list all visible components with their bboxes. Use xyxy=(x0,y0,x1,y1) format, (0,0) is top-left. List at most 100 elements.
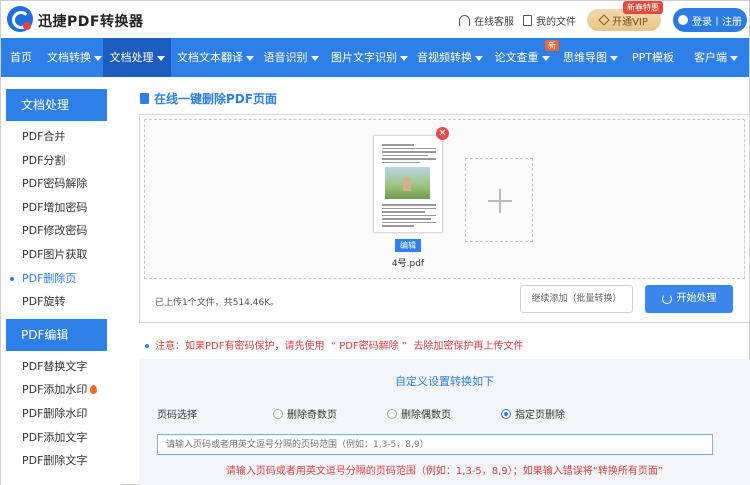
chevron-down-icon xyxy=(246,55,254,61)
radio-circle xyxy=(273,408,283,419)
nav-item[interactable]: 论文查重新 xyxy=(487,38,559,77)
pdf-decrypt-link[interactable]: “ PDF密码解除 ” xyxy=(331,341,407,352)
sidebar-item[interactable]: PDF删除文字 xyxy=(1,449,121,473)
upload-panel: ✕ 编辑 4号.pdf 已上传1个文件，共514.46K。 继续添加（批量转换）… xyxy=(139,114,750,323)
sidebar-list-doc-processing: PDF合并 PDF分割 PDF密码解除 PDF增加密码 PDF修改密码 PDF图片获取 PD… xyxy=(1,125,121,314)
top-header: 迅捷PDF转换器 在线客服 我的文件 开通VIP 新春特惠 登录丨注册 xyxy=(1,1,749,38)
brand-name[interactable]: 迅捷PDF转换器 xyxy=(38,11,143,31)
page-title-text: 在线一键删除PDF页面 xyxy=(154,92,277,106)
sidebar-item[interactable]: PDF删除页 xyxy=(1,267,121,291)
nav-item-label: 论文查重 xyxy=(494,51,539,64)
nav-item-label: PPT模板 xyxy=(632,51,674,64)
start-processing-button[interactable]: 开始处理 xyxy=(645,285,733,313)
sidebar-item[interactable]: PDF修改密码 xyxy=(1,219,121,243)
thumbnail-text-lines xyxy=(382,204,436,229)
upload-summary: 已上传1个文件，共514.46K。 xyxy=(155,298,280,308)
nav-item-label: 文档转换 xyxy=(47,51,91,64)
hot-flame-icon xyxy=(90,385,98,395)
add-file-slot[interactable] xyxy=(465,158,533,242)
radio-circle-checked xyxy=(501,408,511,419)
edit-file-button[interactable]: 编辑 xyxy=(395,239,421,252)
radio-delete-specified[interactable]: 指定页删除 xyxy=(501,406,565,421)
pdf-thumbnail[interactable] xyxy=(373,135,443,233)
sidebar-section-pdf-edit[interactable]: PDF编辑 xyxy=(6,318,107,351)
nav-item[interactable]: 首页 xyxy=(1,38,41,77)
chevron-down-icon xyxy=(475,55,483,61)
nav-item[interactable]: 音视频转换 xyxy=(411,38,487,77)
my-files-label: 我的文件 xyxy=(536,17,576,28)
page-range-hint: 请输入页码或者用英文逗号分隔的页码范围（例如：1,3-5，8,9）；如果输入错误… xyxy=(225,466,664,477)
sidebar-list-pdf-edit: PDF替换文字 PDF添加水印 PDF删除水印 PDF添加文字 PDF删除文字 xyxy=(1,355,121,473)
chevron-down-icon xyxy=(730,55,738,61)
file-drop-area[interactable]: ✕ 编辑 4号.pdf xyxy=(144,119,745,279)
page-range-label: 页码选择 xyxy=(157,410,197,421)
main-nav: 首页 文档转换 文档处理 文档文本翻译 语音识别 图片文字识别 音视频转换 论文查重新思维导图… xyxy=(1,38,749,77)
settings-panel: 自定义设置转换如下 页码选择 删除奇数页 删除偶数页 指定页删除 请输入页码或者… xyxy=(139,359,750,485)
notice-prefix: 注意：如果PDF有密码保护，请先使用 xyxy=(155,341,325,352)
sidebar-item[interactable]: PDF增加密码 xyxy=(1,196,121,220)
sidebar-item[interactable]: PDF密码解除 xyxy=(1,172,121,196)
chevron-down-icon xyxy=(541,55,550,61)
sidebar-item[interactable]: PDF合并 xyxy=(1,125,121,149)
page-range-input[interactable] xyxy=(157,434,713,455)
file-icon xyxy=(523,15,532,26)
sidebar-item-label: PDF替换文字 xyxy=(22,359,88,373)
file-name: 4号.pdf xyxy=(391,259,425,269)
nav-item[interactable]: 客户端 xyxy=(683,38,749,77)
nav-item-label: 文档文本翻译 xyxy=(177,51,243,64)
nav-item[interactable]: PPT模板 xyxy=(623,38,683,77)
sidebar-item-label: PDF删除水印 xyxy=(22,406,88,420)
sidebar-item[interactable]: PDF替换文字 xyxy=(1,355,121,379)
sidebar: 文档处理 PDF合并 PDF分割 PDF密码解除 PDF增加密码 PDF修改密码 PDF图… xyxy=(1,77,121,485)
open-vip-label: 开通VIP xyxy=(612,16,648,28)
nav-item[interactable]: 文档转换 xyxy=(41,38,103,77)
sidebar-item-label: PDF添加水印 xyxy=(22,383,88,397)
nav-item[interactable]: 文档处理 xyxy=(103,38,171,77)
nav-item-label: 音视频转换 xyxy=(417,51,472,64)
brand-logo-icon[interactable] xyxy=(7,6,33,32)
remove-file-button[interactable]: ✕ xyxy=(436,127,449,140)
nav-item[interactable]: 语音识别 xyxy=(257,38,325,77)
sidebar-item-label: PDF删除页 xyxy=(22,271,77,285)
sidebar-item[interactable]: PDF图片获取 xyxy=(1,243,121,267)
sidebar-section-doc-processing[interactable]: 文档处理 xyxy=(6,89,107,121)
chevron-down-icon xyxy=(310,55,319,61)
chevron-down-icon xyxy=(400,55,408,61)
sidebar-item-label: PDF旋转 xyxy=(22,295,66,309)
sidebar-item-label: PDF密码解除 xyxy=(22,177,88,191)
radio-delete-even[interactable]: 删除偶数页 xyxy=(387,406,451,421)
sidebar-item[interactable]: PDF旋转 xyxy=(1,290,121,314)
sidebar-item[interactable]: PDF添加文字 xyxy=(1,426,121,450)
notice-suffix: 去除加密保护再上传文件 xyxy=(413,341,524,352)
radio-delete-odd[interactable]: 删除奇数页 xyxy=(273,406,337,421)
continue-add-button[interactable]: 继续添加（批量转换） xyxy=(520,285,633,313)
online-service-link[interactable]: 在线客服 xyxy=(459,13,514,28)
page-title: 在线一键删除PDF页面 xyxy=(140,90,277,107)
nav-item-label: 思维导图 xyxy=(563,51,607,64)
headset-icon xyxy=(459,15,470,26)
sidebar-item[interactable]: PDF分割 xyxy=(1,149,121,173)
chevron-down-icon xyxy=(156,55,165,61)
sidebar-item[interactable]: PDF删除水印 xyxy=(1,402,121,426)
nav-item[interactable]: 图片文字识别 xyxy=(325,38,411,77)
sidebar-item-label: PDF分割 xyxy=(22,153,66,167)
nav-item-label: 图片文字识别 xyxy=(331,51,397,64)
sidebar-item-label: PDF合并 xyxy=(22,130,66,143)
login-register-button[interactable]: 登录丨注册 xyxy=(673,8,747,32)
thumbnail-photo xyxy=(385,167,430,199)
radio-label: 删除奇数页 xyxy=(287,410,337,421)
plus-icon xyxy=(499,189,501,213)
sidebar-item[interactable]: PDF添加水印 xyxy=(1,378,121,402)
chevron-down-icon xyxy=(94,55,102,61)
sidebar-item-label: PDF删除文字 xyxy=(22,454,88,468)
start-processing-label: 开始处理 xyxy=(676,293,717,304)
diamond-icon xyxy=(598,14,610,26)
nav-item[interactable]: 思维导图 xyxy=(557,38,623,77)
bullet-icon xyxy=(145,344,149,348)
sidebar-item-label: PDF图片获取 xyxy=(22,247,88,261)
login-register-label: 登录丨注册 xyxy=(692,16,742,28)
radio-label: 指定页删除 xyxy=(515,410,565,421)
nav-item[interactable]: 文档文本翻译 xyxy=(171,38,257,77)
my-files-link[interactable]: 我的文件 xyxy=(523,13,576,28)
vip-promo-badge: 新春特惠 xyxy=(623,1,663,14)
